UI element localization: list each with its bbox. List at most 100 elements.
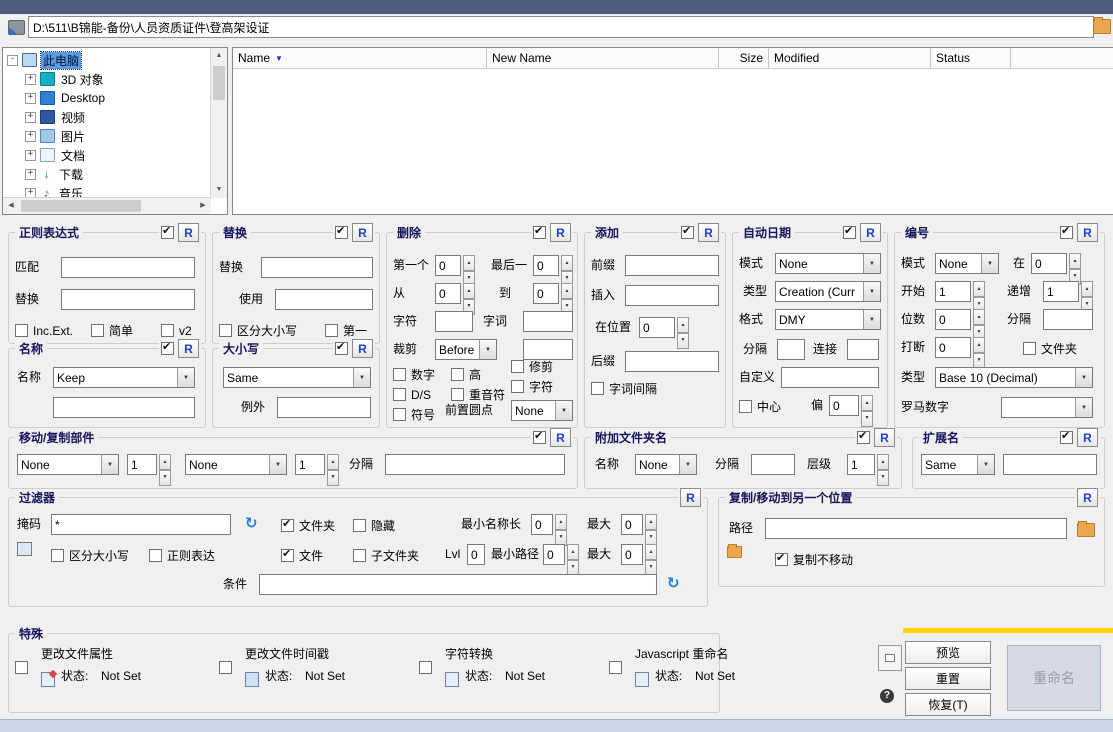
add-suffix-input[interactable] <box>625 351 719 372</box>
scroll-up-icon[interactable]: ▲ <box>211 48 227 64</box>
filters-lvl-input[interactable] <box>467 544 485 565</box>
filters-case-checkbox[interactable] <box>51 549 64 562</box>
autodate-mode-dropdown[interactable]: None <box>775 253 881 274</box>
add-prefix-input[interactable] <box>625 255 719 276</box>
regex-rule-button[interactable]: R <box>178 223 199 242</box>
tree-item-documents[interactable]: + 文档 <box>25 146 87 164</box>
numbering-start-spinner[interactable] <box>973 281 985 302</box>
revert-button[interactable]: 恢复(T) <box>905 693 991 716</box>
regex-match-input[interactable] <box>61 257 195 278</box>
case-rule-button[interactable]: R <box>352 339 373 358</box>
scroll-thumb[interactable] <box>21 200 141 212</box>
case-except-input[interactable] <box>277 397 371 418</box>
movecopy-sep-input[interactable] <box>385 454 565 475</box>
tree-item-desktop[interactable]: + Desktop <box>25 89 107 107</box>
numbering-start-input[interactable] <box>935 281 971 302</box>
remove-rule-button[interactable]: R <box>550 223 571 242</box>
appendfolder-levels-spinner[interactable] <box>877 454 889 475</box>
collapse-icon[interactable]: - <box>7 55 18 66</box>
expand-icon[interactable]: + <box>25 150 36 161</box>
new-folder-icon[interactable] <box>727 546 742 558</box>
movecopy-first-count-input[interactable] <box>127 454 157 475</box>
replace-find-input[interactable] <box>261 257 373 278</box>
replace-with-input[interactable] <box>275 289 373 310</box>
numbering-break-input[interactable] <box>935 337 971 358</box>
remove-trim-checkbox[interactable] <box>511 360 524 373</box>
remove-symbols-checkbox[interactable] <box>393 408 406 421</box>
remove-digits-checkbox[interactable] <box>393 368 406 381</box>
filters-max-name-input[interactable] <box>621 514 643 535</box>
expand-icon[interactable]: + <box>25 112 36 123</box>
name-mode-dropdown[interactable]: Keep <box>53 367 195 388</box>
column-name[interactable]: Name ▼ <box>233 48 487 68</box>
remove-from-spinner[interactable] <box>463 283 475 304</box>
add-enable-checkbox[interactable] <box>681 226 694 239</box>
extension-mode-dropdown[interactable]: Same <box>921 454 995 475</box>
remove-crop-dropdown[interactable]: Before <box>435 339 497 360</box>
expand-icon[interactable]: + <box>25 131 36 142</box>
remove-last-input[interactable] <box>533 255 559 276</box>
remove-ds-checkbox[interactable] <box>393 388 406 401</box>
filters-files-checkbox[interactable] <box>281 549 294 562</box>
remove-first-spinner[interactable] <box>463 255 475 276</box>
expand-icon[interactable]: + <box>25 93 36 104</box>
filters-max-path-spinner[interactable] <box>645 544 657 565</box>
filters-max-path-input[interactable] <box>621 544 643 565</box>
remove-crop-input[interactable] <box>523 339 573 360</box>
numbering-incr-spinner[interactable] <box>1081 281 1093 302</box>
tree-item-downloads[interactable]: + ↓ 下载 <box>25 165 85 183</box>
numbering-type-dropdown[interactable]: Base 10 (Decimal) <box>935 367 1093 388</box>
regex-enable-checkbox[interactable] <box>161 226 174 239</box>
copymove-browse-folder-icon[interactable] <box>1077 523 1095 537</box>
tree-item-label[interactable]: 图片 <box>59 128 87 145</box>
appendfolder-enable-checkbox[interactable] <box>857 431 870 444</box>
numbering-break-spinner[interactable] <box>973 337 985 358</box>
filters-folders-checkbox[interactable] <box>281 519 294 532</box>
tree-item-3d-objects[interactable]: + 3D 对象 <box>25 70 106 88</box>
add-word-space-checkbox[interactable] <box>591 382 604 395</box>
tree-item-label[interactable]: Desktop <box>59 91 107 105</box>
numbering-at-spinner[interactable] <box>1069 253 1081 274</box>
replace-first-checkbox[interactable] <box>325 324 338 337</box>
tree-vertical-scrollbar[interactable]: ▲ ▼ <box>210 48 227 198</box>
autodate-offset-spinner[interactable] <box>861 395 873 416</box>
numbering-mode-dropdown[interactable]: None <box>935 253 999 274</box>
expand-icon[interactable]: + <box>25 169 36 180</box>
appendfolder-levels-input[interactable] <box>847 454 875 475</box>
movecopy-first-spinner[interactable] <box>159 454 171 475</box>
tree-item-videos[interactable]: + 视频 <box>25 108 87 126</box>
path-input[interactable] <box>28 16 1094 38</box>
reset-button[interactable]: 重置 <box>905 667 991 690</box>
popout-button[interactable] <box>878 645 902 671</box>
numbering-enable-checkbox[interactable] <box>1060 226 1073 239</box>
regex-incext-checkbox[interactable] <box>15 324 28 337</box>
tree-item-label[interactable]: 视频 <box>59 109 87 126</box>
numbering-pad-input[interactable] <box>935 309 971 330</box>
appendfolder-sep-input[interactable] <box>751 454 795 475</box>
remove-last-spinner[interactable] <box>561 255 573 276</box>
remove-words-input[interactable] <box>523 311 573 332</box>
tree-item-this-pc[interactable]: - 此电脑 <box>7 51 81 69</box>
replace-enable-checkbox[interactable] <box>335 226 348 239</box>
autodate-type-dropdown[interactable]: Creation (Curr <box>775 281 881 302</box>
autodate-sep-input[interactable] <box>777 339 805 360</box>
movecopy-first-dropdown[interactable]: None <box>17 454 119 475</box>
autodate-custom-input[interactable] <box>781 367 879 388</box>
add-rule-button[interactable]: R <box>698 223 719 242</box>
rename-button[interactable]: 重命名 <box>1007 645 1101 711</box>
filters-min-path-input[interactable] <box>543 544 565 565</box>
remove-enable-checkbox[interactable] <box>533 226 546 239</box>
remove-to-spinner[interactable] <box>561 283 573 304</box>
name-rule-button[interactable]: R <box>178 339 199 358</box>
scroll-down-icon[interactable]: ▼ <box>211 182 227 198</box>
filters-min-name-spinner[interactable] <box>555 514 567 535</box>
filters-rule-button[interactable]: R <box>680 488 701 507</box>
numbering-incr-input[interactable] <box>1043 281 1079 302</box>
filters-regex-checkbox[interactable] <box>149 549 162 562</box>
autodate-centre-checkbox[interactable] <box>739 400 752 413</box>
copymove-copy-not-move-checkbox[interactable] <box>775 553 788 566</box>
column-new-name[interactable]: New Name <box>487 48 719 68</box>
title-bar[interactable] <box>0 0 1113 14</box>
remove-chars-input[interactable] <box>435 311 473 332</box>
autodate-offset-input[interactable] <box>829 395 859 416</box>
